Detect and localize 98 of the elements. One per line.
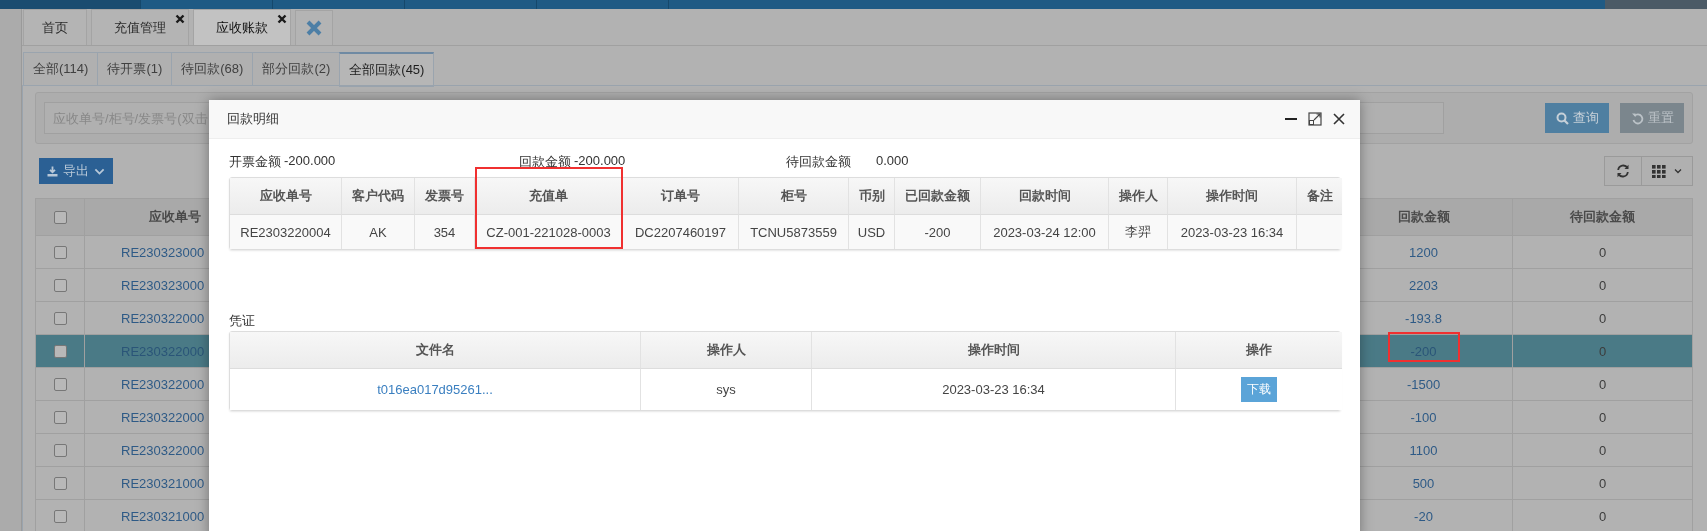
field-label: 回款金额 bbox=[519, 153, 572, 171]
table-cell: 0 bbox=[1598, 442, 1607, 458]
amount-link[interactable]: 2203 bbox=[1409, 277, 1438, 293]
table-cell: 0 bbox=[1598, 343, 1607, 359]
table-cell: CZ-001-221028-0003 bbox=[475, 215, 623, 249]
checkbox[interactable] bbox=[53, 476, 67, 490]
column-header: 发票号 bbox=[415, 178, 475, 215]
close-icon bbox=[1332, 112, 1346, 126]
receivable-link[interactable]: RE230322000 bbox=[121, 442, 205, 458]
column-header: 待回款金额 bbox=[1569, 208, 1636, 226]
receivable-link[interactable]: RE230322000 bbox=[121, 409, 205, 425]
table-cell: AK bbox=[342, 215, 415, 249]
checkbox[interactable] bbox=[53, 245, 67, 259]
receivable-link[interactable]: RE230323000 bbox=[121, 244, 205, 260]
column-header: 操作时间 bbox=[812, 332, 1176, 369]
section-label: 凭证 bbox=[229, 312, 256, 329]
field-label: 开票金额 bbox=[229, 153, 282, 171]
caret-icon bbox=[1674, 168, 1682, 174]
status-tab[interactable]: 全部(114) bbox=[23, 52, 99, 86]
table-cell: DC2207460197 bbox=[623, 215, 739, 249]
download-button[interactable]: 下载 bbox=[1241, 377, 1277, 402]
refresh-button[interactable] bbox=[1604, 156, 1642, 186]
amount-link[interactable]: -20 bbox=[1414, 508, 1433, 524]
column-header: 应收单号 bbox=[230, 178, 342, 215]
maximize-button[interactable] bbox=[1308, 112, 1322, 126]
status-tab[interactable]: 全部回款(45) bbox=[339, 52, 435, 87]
table-cell: 2023-03-23 16:34 bbox=[812, 369, 1176, 410]
page-tab[interactable]: 充值管理 bbox=[91, 9, 189, 45]
table-cell: -200 bbox=[895, 215, 981, 249]
table-cell: USD bbox=[849, 215, 895, 249]
checkbox[interactable] bbox=[53, 377, 67, 391]
table-cell: 0 bbox=[1598, 475, 1607, 491]
file-link[interactable]: t016ea017d95261... bbox=[377, 382, 493, 397]
table-cell: sys bbox=[641, 369, 812, 410]
checkbox[interactable] bbox=[53, 344, 67, 358]
column-header: 币别 bbox=[849, 178, 895, 215]
receivable-link[interactable]: RE230322000 bbox=[121, 310, 205, 326]
checkbox[interactable] bbox=[53, 509, 67, 523]
table-cell: 0 bbox=[1598, 244, 1607, 260]
amount-link[interactable]: -1500 bbox=[1406, 376, 1441, 392]
page-tab[interactable]: 首页 bbox=[23, 9, 87, 45]
field-value: -200.000 bbox=[284, 153, 336, 170]
download-icon bbox=[47, 165, 58, 177]
column-header: 回款时间 bbox=[981, 178, 1109, 215]
export-button[interactable]: 导出 bbox=[39, 158, 113, 184]
reset-button[interactable]: 重置 bbox=[1620, 103, 1684, 133]
amount-link[interactable]: 500 bbox=[1412, 475, 1435, 491]
table-cell: 2023-03-24 12:00 bbox=[981, 215, 1109, 249]
close-button[interactable] bbox=[1332, 112, 1346, 126]
close-tabs-button[interactable] bbox=[295, 10, 333, 45]
column-header: 备注 bbox=[1297, 178, 1342, 215]
column-header: 操作人 bbox=[641, 332, 812, 369]
table-cell: RE2303220004 bbox=[230, 215, 342, 249]
columns-button[interactable] bbox=[1641, 156, 1693, 186]
column-header: 操作人 bbox=[1109, 178, 1168, 215]
search-icon bbox=[1555, 111, 1569, 125]
table-cell: 0 bbox=[1598, 409, 1607, 425]
table-cell: 0 bbox=[1598, 376, 1607, 392]
table-cell: TCNU5873559 bbox=[739, 215, 849, 249]
table-cell: 0 bbox=[1598, 508, 1607, 524]
dialog-title: 回款明细 bbox=[227, 110, 279, 128]
receivable-link[interactable]: RE230322000 bbox=[121, 376, 205, 392]
amount-link[interactable]: 1200 bbox=[1409, 244, 1438, 260]
amount-link[interactable]: -193.8 bbox=[1405, 310, 1442, 326]
minimize-icon bbox=[1284, 118, 1298, 120]
checkbox[interactable] bbox=[53, 443, 67, 457]
column-header: 操作时间 bbox=[1168, 178, 1297, 215]
receivable-link[interactable]: RE230321000 bbox=[121, 475, 205, 491]
column-header: 操作 bbox=[1176, 332, 1342, 369]
receivable-link[interactable]: RE230323000 bbox=[121, 277, 205, 293]
checkbox[interactable] bbox=[53, 278, 67, 292]
query-button[interactable]: 查询 bbox=[1545, 103, 1609, 133]
column-header: 已回款金额 bbox=[895, 178, 981, 215]
amount-link[interactable]: -100 bbox=[1410, 409, 1437, 425]
field-value: 0.000 bbox=[876, 153, 909, 170]
column-header: 柜号 bbox=[739, 178, 849, 215]
grid-icon bbox=[1652, 164, 1666, 178]
checkbox[interactable] bbox=[53, 210, 67, 224]
table-cell: 354 bbox=[415, 215, 475, 249]
page-tab[interactable]: 应收账款 bbox=[193, 9, 291, 45]
column-header: 客户代码 bbox=[342, 178, 415, 215]
checkbox[interactable] bbox=[53, 311, 67, 325]
undo-icon bbox=[1630, 111, 1644, 125]
field-value: -200.000 bbox=[574, 153, 626, 170]
table-cell: 0 bbox=[1598, 310, 1607, 326]
field-label: 待回款金额 bbox=[786, 153, 852, 171]
table-cell: 2023-03-23 16:34 bbox=[1168, 215, 1297, 249]
receivable-link[interactable]: RE230321000 bbox=[121, 508, 205, 524]
refresh-icon bbox=[1616, 164, 1630, 178]
maximize-icon bbox=[1308, 112, 1322, 126]
column-header: 订单号 bbox=[623, 178, 739, 215]
column-header: 充值单 bbox=[475, 178, 623, 215]
table-cell: 李羿 bbox=[1109, 215, 1168, 249]
table-cell: 0 bbox=[1598, 277, 1607, 293]
amount-link[interactable]: 1100 bbox=[1409, 442, 1438, 458]
close-icon bbox=[305, 19, 323, 37]
column-header: 文件名 bbox=[230, 332, 641, 369]
checkbox[interactable] bbox=[53, 410, 67, 424]
